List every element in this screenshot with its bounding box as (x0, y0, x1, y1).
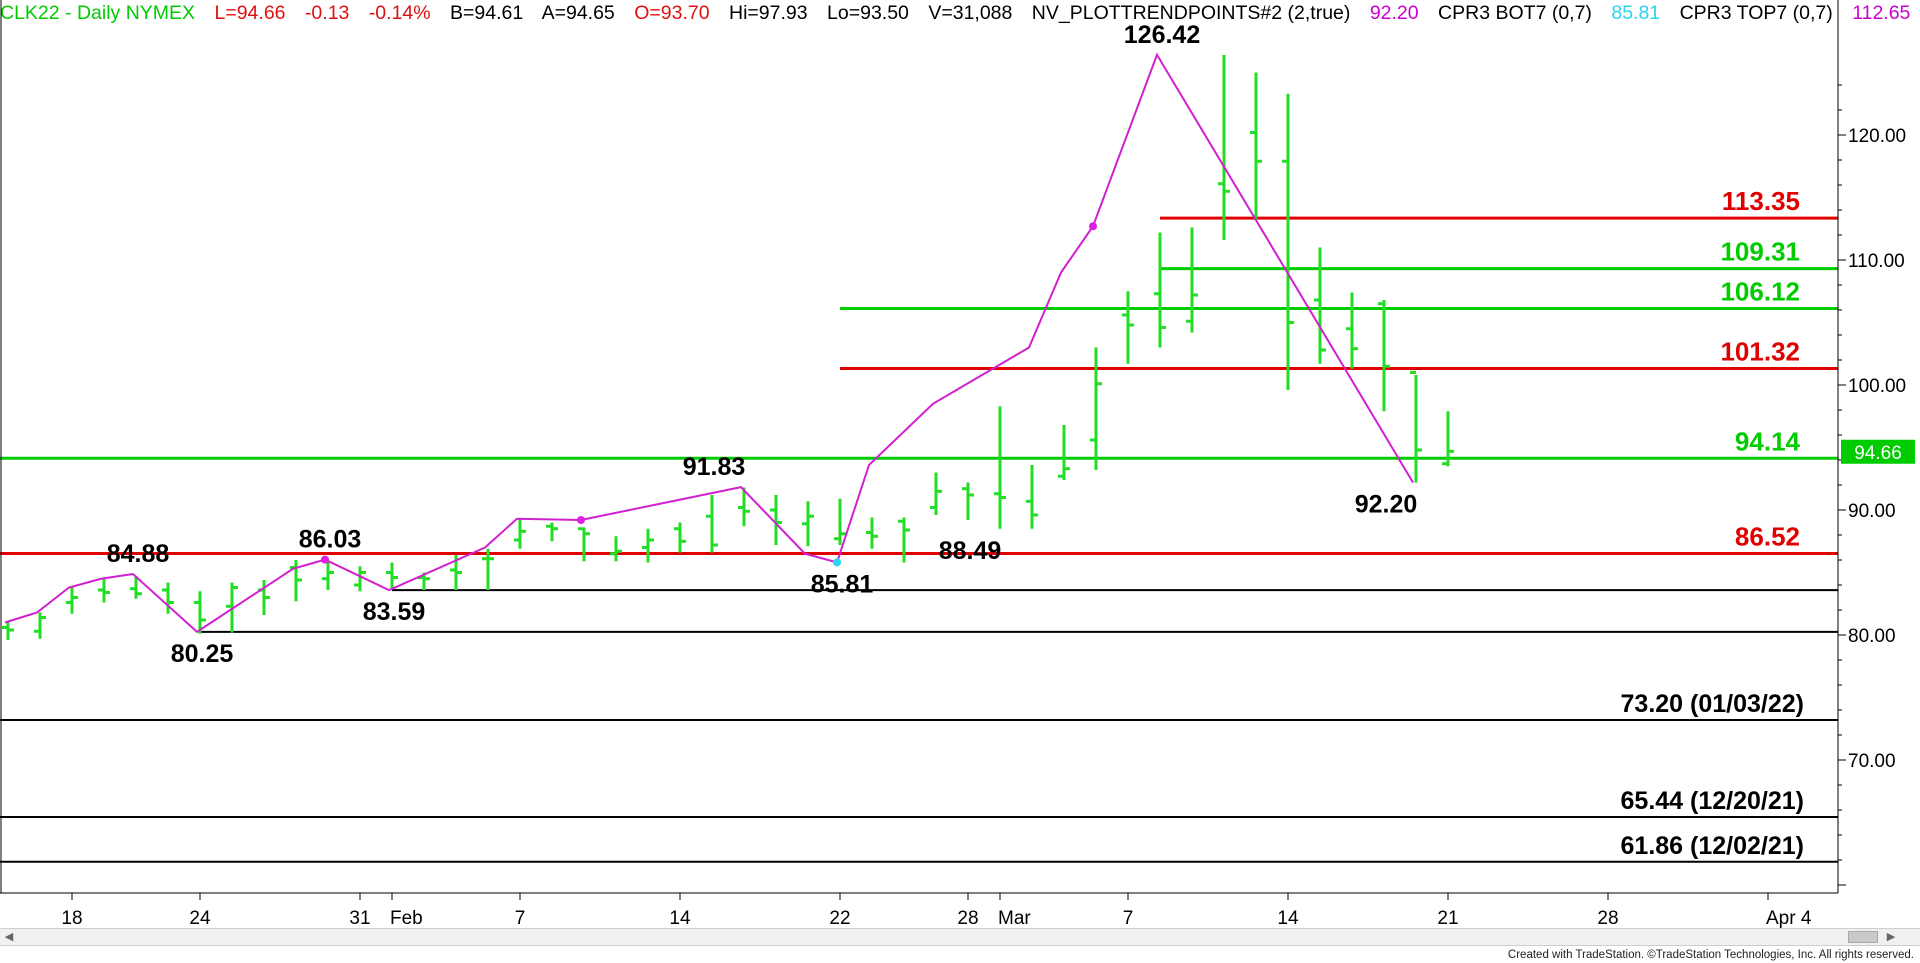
level-label: 73.20 (01/03/22) (1621, 690, 1804, 718)
y-tick-label: 110.00 (1848, 251, 1905, 272)
level-label: 101.32 (1720, 337, 1800, 367)
x-tick-label: 21 (1437, 908, 1458, 928)
pivot-value-label: 126.42 (1124, 21, 1200, 49)
level-label: 65.44 (12/20/21) (1621, 787, 1804, 815)
y-tick-label: 120.00 (1848, 126, 1906, 147)
pivot-value-label: 85.81 (811, 570, 874, 598)
pivot-marker (321, 555, 329, 564)
x-tick-label: Apr 4 (1766, 908, 1812, 928)
pivot-marker (577, 516, 585, 524)
x-tick-label: 31 (349, 908, 370, 928)
pivot-value-label: 88.49 (939, 537, 1002, 565)
level-label: 113.35 (1722, 186, 1800, 216)
pivot-value-label: 86.03 (299, 526, 362, 554)
x-tick-label: 22 (829, 908, 850, 928)
pivot-value-label: 92.20 (1355, 491, 1418, 519)
x-tick-label: Feb (390, 908, 423, 928)
level-label: 86.52 (1735, 522, 1800, 552)
pivot-marker (1089, 222, 1097, 231)
pivot-value-label: 80.25 (171, 640, 234, 668)
price-chart[interactable]: 113.35 109.31 106.12 101.32 94.14 86.52 73.20 … (0, 0, 1920, 928)
scrollbar-thumb[interactable] (1848, 931, 1878, 943)
horizontal-scrollbar[interactable]: ◀ ▶ (0, 928, 1920, 946)
level-label: 109.31 (1720, 237, 1800, 267)
pivot-line (4, 52, 1414, 634)
level-label: 106.12 (1720, 277, 1800, 307)
x-tick-label: 7 (515, 908, 526, 928)
scroll-right-icon[interactable]: ▶ (1884, 930, 1898, 944)
x-tick-label: Mar (998, 908, 1031, 928)
y-tick-label: 80.00 (1848, 626, 1896, 647)
pivot-labels: 84.88 80.25 86.03 83.59 91.83 85.81 88.49 126.4… (107, 21, 1418, 668)
level-label: 61.86 (12/02/21) (1621, 832, 1804, 860)
y-tick-label: 70.00 (1848, 751, 1896, 772)
y-tick-label: 100.00 (1848, 376, 1906, 397)
x-tick-label: 28 (957, 908, 978, 928)
pivot-value-label: 91.83 (683, 453, 746, 481)
x-tick-label: 14 (1277, 908, 1299, 928)
level-lines: 113.35 109.31 106.12 101.32 94.14 86.52 73.20 … (0, 186, 1838, 863)
pivot-value-label: 83.59 (363, 598, 426, 626)
trend-pivot-line (4, 52, 1414, 634)
x-tick-label: 28 (1597, 908, 1618, 928)
x-tick-label: 14 (669, 908, 691, 928)
last-price-label: 94.66 (1854, 443, 1902, 464)
y-tick-label: 90.00 (1848, 501, 1896, 522)
pivot-marker (833, 558, 841, 567)
footer-credit: Created with TradeStation. ©TradeStation… (1507, 949, 1914, 961)
level-label: 94.14 (1735, 426, 1801, 456)
x-tick-label: 18 (61, 908, 82, 928)
x-tick-label: 24 (189, 908, 211, 928)
pivot-value-label: 84.88 (107, 540, 170, 568)
scroll-left-icon[interactable]: ◀ (2, 930, 16, 944)
x-tick-label: 7 (1123, 908, 1134, 928)
